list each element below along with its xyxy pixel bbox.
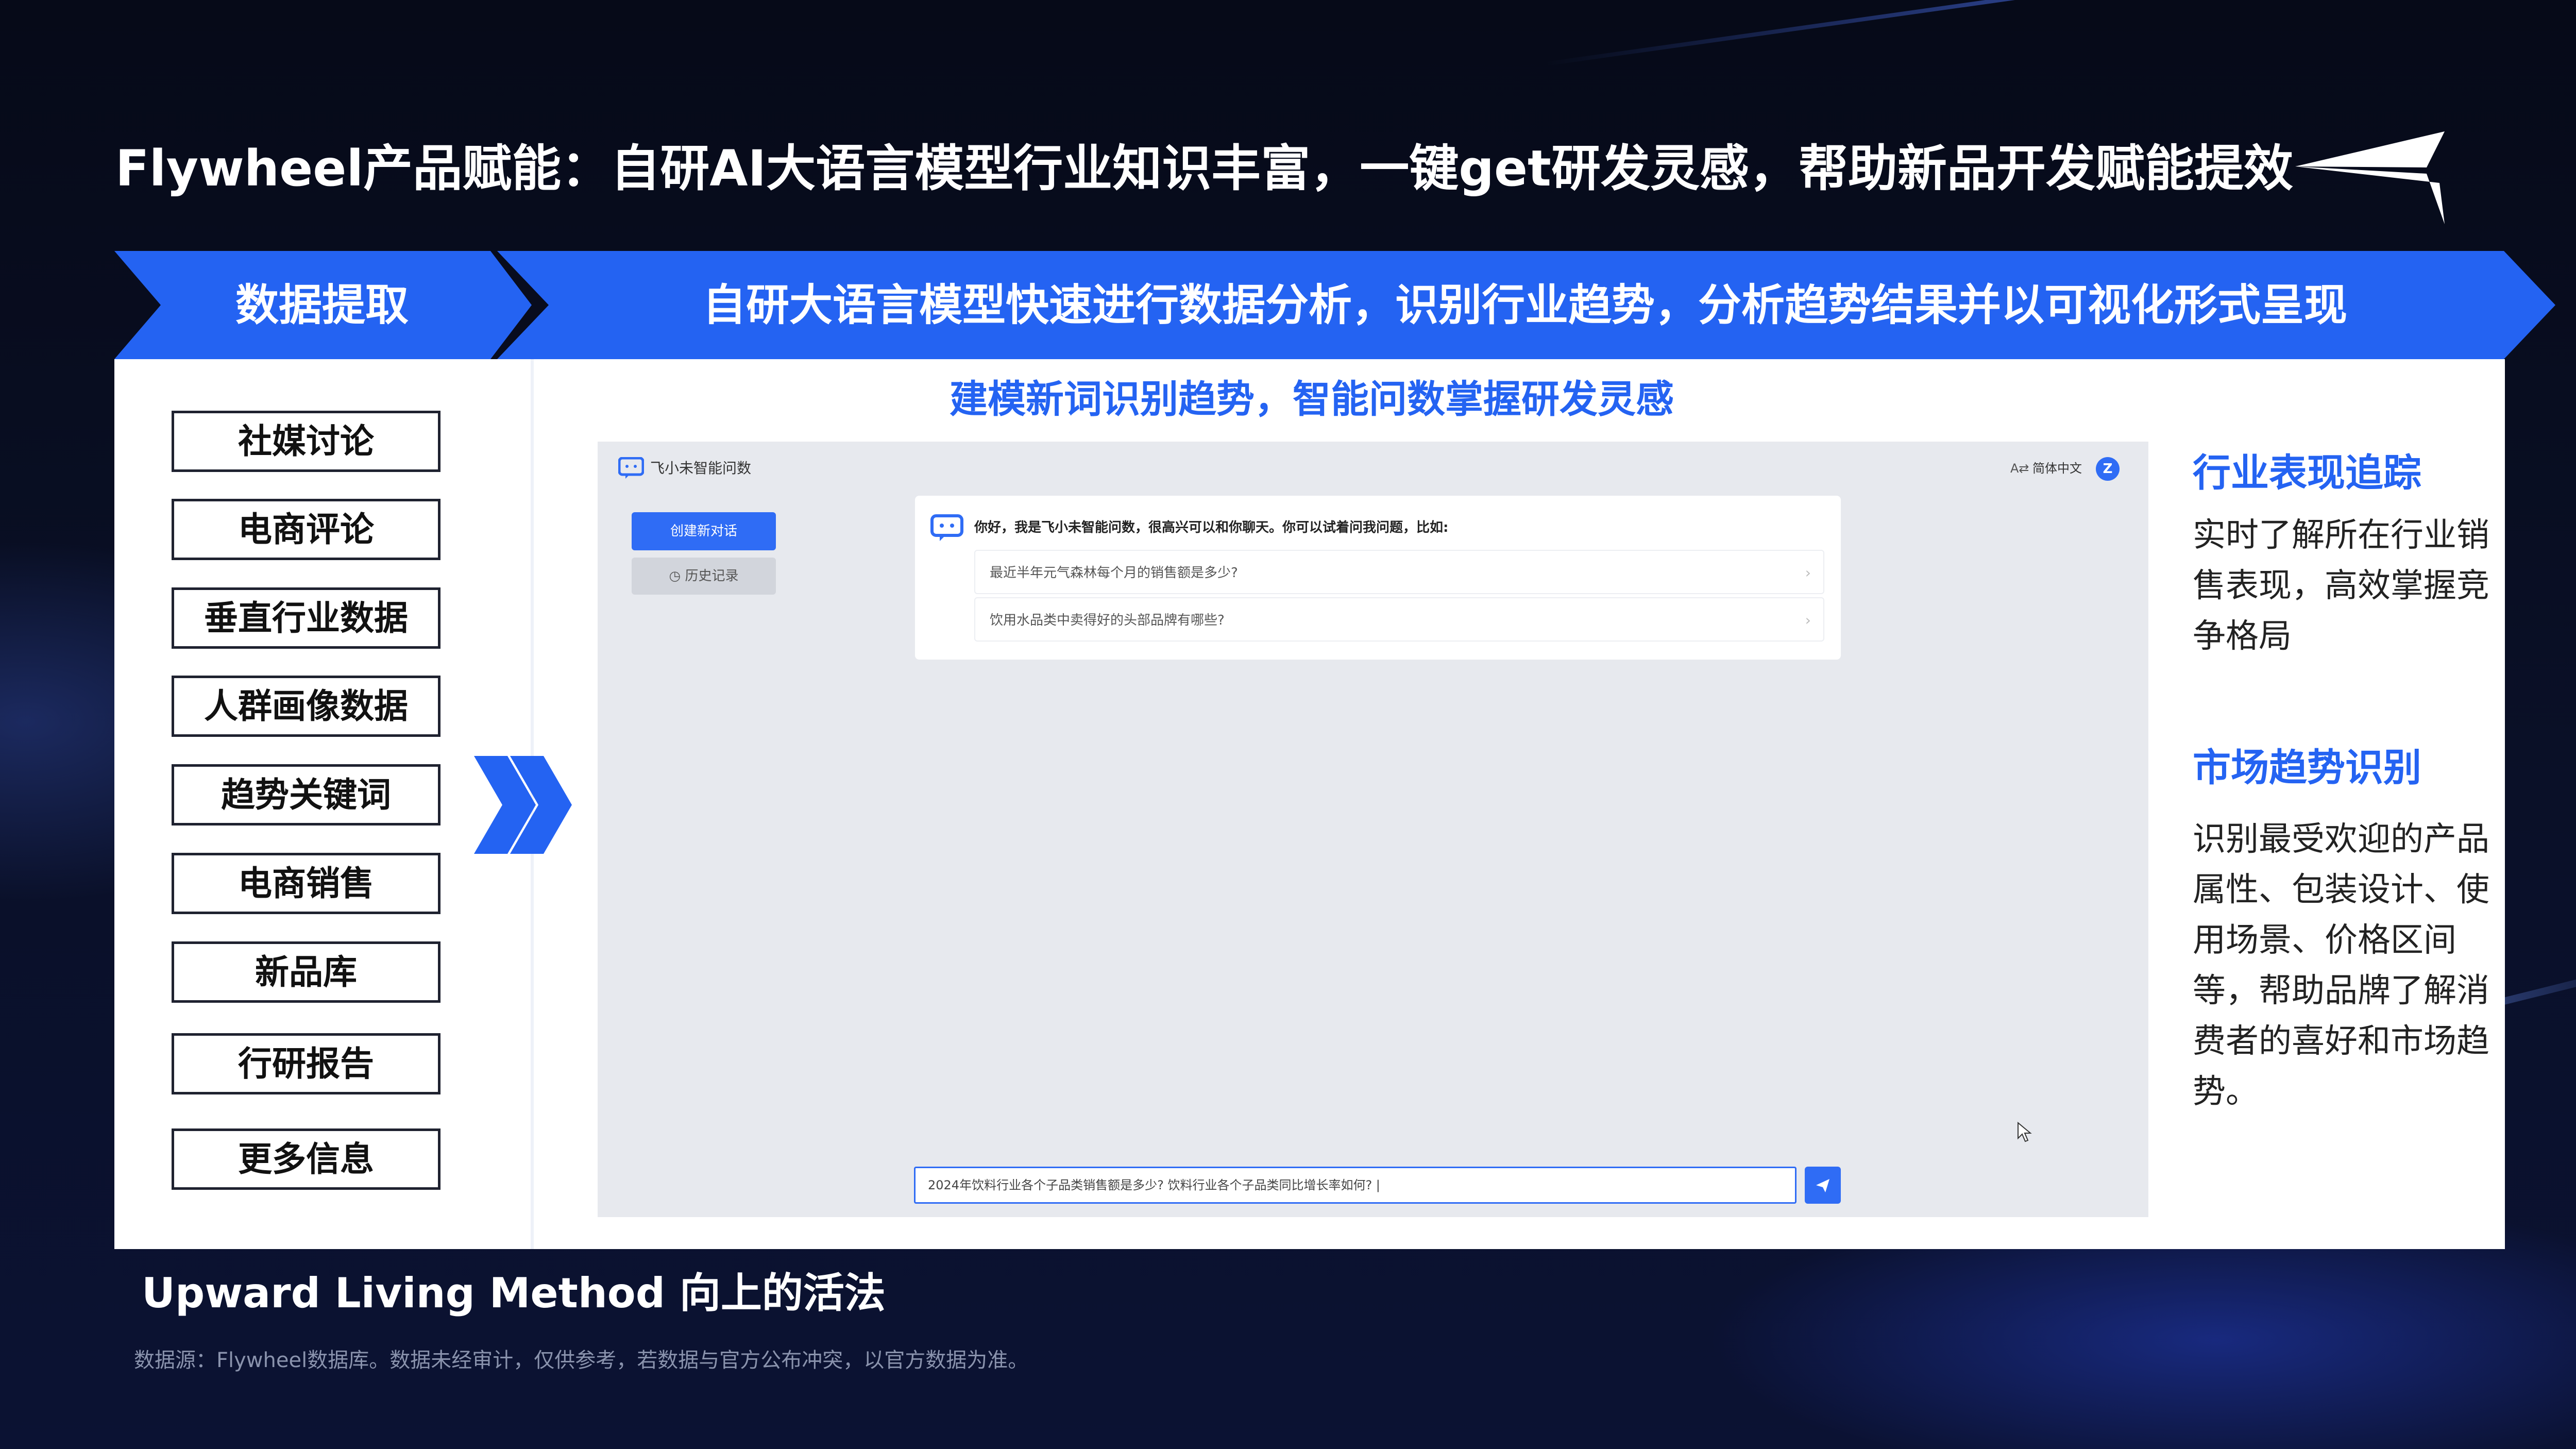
source-box: 新品库 [172,941,440,1003]
suggested-question[interactable]: 饮用水品类中卖得好的头部品牌有哪些? › [974,597,1824,642]
avatar[interactable]: Z [2096,457,2120,481]
history-button[interactable]: ◷ 历史记录 [632,558,776,595]
chat-message-card: 你好，我是飞小未智能问数，很高兴可以和你聊天。你可以试着问我问题，比如: 最近半… [915,496,1841,660]
app-name: 飞小未智能问数 [650,460,752,477]
chevron-right-icon: › [1805,612,1811,629]
history-clock-icon: ◷ [669,568,685,584]
send-button[interactable] [1805,1167,1841,1204]
trend-description: 识别最受欢迎的产品属性、包装设计、使用场景、价格区间等，帮助品牌了解消费者的喜好… [2193,820,2489,1111]
chat-input[interactable]: 2024年饮料行业各个子品类销售额是多少? 饮料行业各个子品类同比增长率如何? … [914,1167,1797,1204]
section-subtitle: 建模新词识别趋势，智能问数掌握研发灵感 [950,377,1674,422]
history-button-label: 历史记录 [685,568,739,584]
suggested-question[interactable]: 最近半年元气森林每个月的销售额是多少? › [974,550,1824,594]
banner-model-analysis-label: 自研大语言模型快速进行数据分析，识别行业趋势，分析趋势结果并以可视化形式呈现 [702,280,2347,330]
source-box: 电商评论 [172,499,440,560]
suggested-question-text: 饮用水品类中卖得好的头部品牌有哪些? [990,613,1225,628]
chat-bot-icon [618,457,644,479]
banner-data-extraction-label: 数据提取 [235,280,409,330]
send-icon [1816,1179,1829,1192]
suggested-question-text: 最近半年元气森林每个月的销售额是多少? [990,565,1238,581]
translate-icon[interactable]: A⇄ [2010,458,2029,479]
tracking-description: 实时了解所在行业销售表现，高效掌握竞争格局 [2193,516,2489,655]
chevron-right-icon: › [1805,564,1811,581]
logo-mark-icon [2295,131,2445,224]
double-chevron-right-icon [474,756,572,854]
app-screenshot: 飞小未智能问数 A⇄ 简体中文 Z 创建新对话 ◷ 历史记录 你好，我是飞小未智… [598,442,2148,1217]
data-source-note: 数据源：Flywheel数据库。数据未经审计，仅供参考，若数据与官方公布冲突，以… [134,1349,1029,1372]
source-box: 电商销售 [172,853,440,914]
chat-bot-icon [930,514,963,541]
language-selector[interactable]: 简体中文 [2032,458,2082,479]
slide-title: Flywheel产品赋能：自研AI大语言模型行业知识丰富，一键get研发灵感，帮… [115,140,2293,197]
trend-title: 市场趋势识别 [2193,746,2421,790]
source-box: 更多信息 [172,1128,440,1190]
source-box: 社媒讨论 [172,411,440,472]
source-box: 垂直行业数据 [172,587,440,649]
bot-greeting: 你好，我是飞小未智能问数，很高兴可以和你聊天。你可以试着问我问题，比如: [974,520,1449,535]
source-box: 人群画像数据 [172,676,440,737]
brand-slogan: Upward Living Method 向上的活法 [142,1269,886,1317]
mouse-cursor-icon [2018,1122,2032,1142]
tracking-title: 行业表现追踪 [2193,451,2421,495]
source-box: 趋势关键词 [172,764,440,825]
source-box: 行研报告 [172,1033,440,1094]
new-chat-button[interactable]: 创建新对话 [632,512,776,550]
